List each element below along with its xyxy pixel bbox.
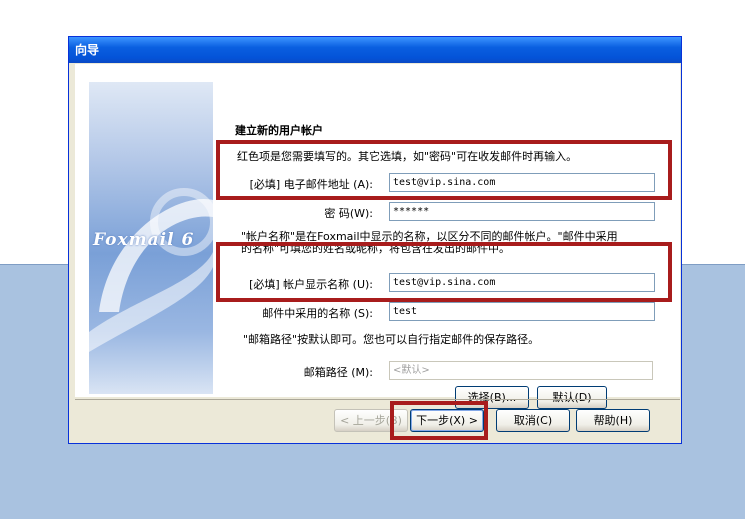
foxmail-banner-image: Foxmail 6	[89, 82, 213, 394]
brand-logo-text: Foxmail 6	[93, 230, 195, 250]
highlight-email-password	[216, 140, 672, 200]
help-button[interactable]: 帮助(H)	[576, 409, 650, 432]
content-panel: Foxmail 6 建立新的用户帐户 红色项是您需要填写的。其它选填，如"密码"…	[75, 64, 680, 409]
sender-name-label: 邮件中采用的名称 (S):	[262, 307, 373, 320]
highlight-next-button	[390, 401, 488, 440]
default-path-button[interactable]: 默认(D)	[537, 386, 607, 409]
highlight-display-sender	[216, 242, 672, 302]
mailbox-path-field[interactable]: <默认>	[389, 361, 653, 380]
title-bar[interactable]: 向导	[69, 37, 681, 63]
mailbox-path-label: 邮箱路径 (M):	[303, 366, 373, 379]
path-note-text: "邮箱路径"按默认即可。您也可以自行指定邮件的保存路径。	[243, 333, 540, 346]
button-separator	[75, 399, 680, 400]
cancel-button[interactable]: 取消(C)	[496, 409, 570, 432]
wizard-dialog: 向导 Foxmail 6 建立新的用户帐户 红色项是您需要填写的。其它选填，如"…	[68, 36, 682, 444]
page-title: 建立新的用户帐户	[235, 124, 323, 137]
password-label: 密 码(W):	[324, 207, 373, 220]
window-title: 向导	[75, 43, 100, 57]
password-field[interactable]: ******	[389, 202, 655, 221]
sender-name-field[interactable]: test	[389, 302, 655, 321]
